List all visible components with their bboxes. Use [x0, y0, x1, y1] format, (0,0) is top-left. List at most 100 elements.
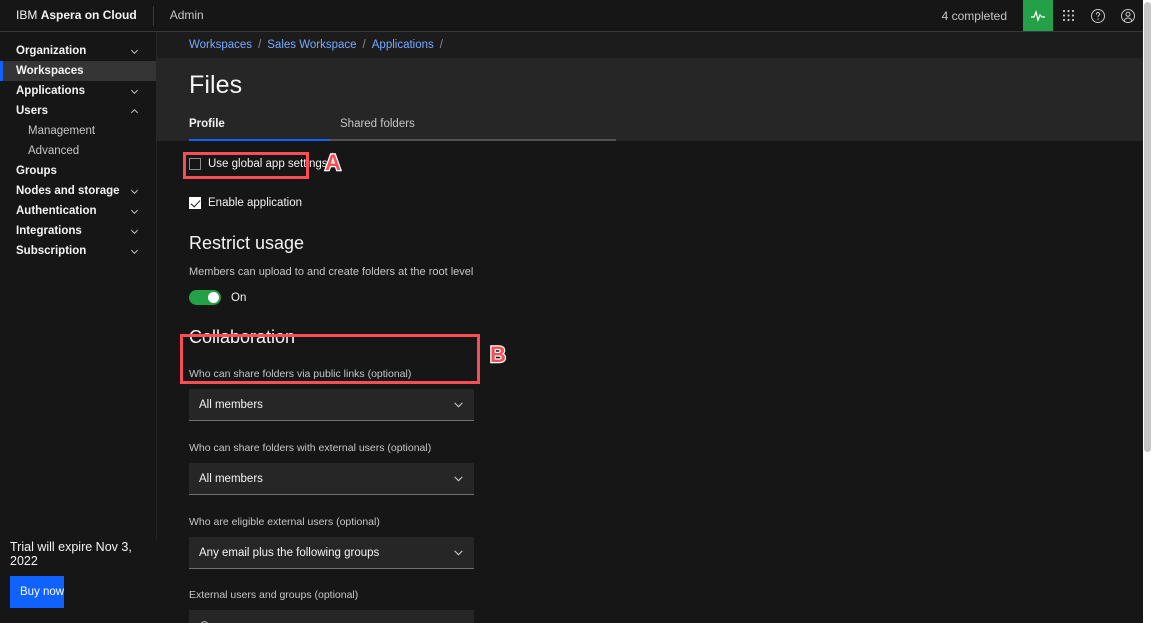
field-label: Who can share folders with external user…: [189, 442, 432, 454]
breadcrumb-item-workspaces[interactable]: Workspaces: [189, 39, 252, 51]
account-button[interactable]: [1113, 0, 1143, 31]
tab-list: Profile Shared folders: [189, 117, 466, 141]
chevron-down-icon: [129, 206, 140, 217]
sidebar-subitem-label: Advanced: [28, 145, 80, 157]
restrict-usage-toggle[interactable]: [189, 290, 221, 305]
sidebar-item-authentication[interactable]: Authentication: [0, 201, 156, 221]
breadcrumb-item-applications[interactable]: Applications: [372, 39, 434, 51]
product-brand[interactable]: IBM Aspera on Cloud: [0, 0, 153, 31]
external-users-groups-field: External users and groups (optional): [189, 589, 1143, 623]
buy-now-button[interactable]: Buy now: [10, 576, 65, 608]
activity-icon: [1030, 8, 1046, 24]
sidebar-item-label: Nodes and storage: [16, 185, 120, 197]
sidebar-item-label: Groups: [16, 165, 57, 177]
main-content: Use global app settings Enable applicati…: [157, 141, 1143, 623]
sidebar-item-organization[interactable]: Organization: [0, 41, 156, 61]
admin-nav-link[interactable]: Admin: [154, 0, 220, 31]
collaboration-heading: Collaboration: [189, 327, 296, 347]
breadcrumb-item-sales-workspace[interactable]: Sales Workspace: [267, 39, 356, 51]
app-switcher-icon: [1061, 8, 1076, 23]
sidebar-item-label: Subscription: [16, 245, 87, 257]
toggle-state-label: On: [231, 291, 247, 304]
external-users-sharing-dropdown[interactable]: All members: [189, 463, 474, 495]
checkbox-label: Use global app settings: [208, 158, 328, 170]
breadcrumb-separator: /: [258, 39, 262, 51]
sidebar-item-groups[interactable]: Groups: [0, 161, 156, 181]
global-header: IBM Aspera on Cloud Admin 4 completed: [0, 0, 1143, 32]
toggle-knob: [208, 292, 219, 303]
external-users-search-box[interactable]: [189, 610, 474, 623]
brand-name: Aspera on Cloud: [40, 8, 137, 22]
dropdown-value: All members: [199, 472, 263, 485]
sidebar-item-label: Users: [16, 105, 48, 117]
help-button[interactable]: [1083, 0, 1113, 31]
brand-prefix: IBM: [16, 8, 38, 22]
breadcrumb: Workspaces / Sales Workspace / Applicati…: [157, 32, 1143, 58]
sidebar-item-integrations[interactable]: Integrations: [0, 221, 156, 241]
sidebar-item-label: Organization: [16, 45, 87, 57]
restrict-usage-toggle-row: On: [189, 290, 1143, 305]
eligible-external-users-dropdown[interactable]: Any email plus the following groups: [189, 537, 474, 569]
checkbox-box: [189, 197, 201, 209]
enable-application-checkbox[interactable]: Enable application: [189, 194, 1143, 212]
checkbox-label: Enable application: [208, 197, 302, 209]
chevron-down-icon: [129, 246, 140, 257]
sidebar-item-advanced[interactable]: Advanced: [0, 141, 156, 161]
dropdown-value: Any email plus the following groups: [199, 546, 380, 559]
sidebar-item-users[interactable]: Users: [0, 101, 156, 121]
sidebar-item-nodes-and-storage[interactable]: Nodes and storage: [0, 181, 156, 201]
chevron-down-icon: [129, 46, 140, 57]
sidebar-item-subscription[interactable]: Subscription: [0, 241, 156, 261]
help-icon: [1090, 8, 1106, 24]
field-label: Who can share folders via public links (…: [189, 368, 412, 380]
completed-status-text: 4 completed: [941, 8, 1007, 23]
use-global-app-settings-checkbox[interactable]: Use global app settings: [189, 155, 1143, 173]
app-switcher-button[interactable]: [1053, 0, 1083, 31]
tab-label: Profile: [189, 118, 225, 130]
tab-profile[interactable]: Profile: [189, 117, 330, 141]
field-label: Who are eligible external users (optiona…: [189, 516, 380, 528]
sidebar-item-label: Integrations: [16, 225, 82, 237]
public-links-sharing-field: Who can share folders via public links (…: [189, 368, 1143, 421]
chevron-up-icon: [129, 106, 140, 117]
restrict-usage-description: Members can upload to and create folders…: [189, 266, 474, 278]
checkbox-box: [189, 158, 201, 170]
sidebar-item-applications[interactable]: Applications: [0, 81, 156, 101]
sidebar-item-workspaces[interactable]: Workspaces: [0, 61, 156, 81]
page-header-panel: Files Profile Shared folders: [157, 58, 1143, 141]
trial-expiry-text: Trial will expire Nov 3, 2022: [10, 540, 132, 568]
chevron-down-icon: [452, 547, 464, 559]
sidebar-item-management[interactable]: Management: [0, 121, 156, 141]
restrict-usage-heading: Restrict usage: [189, 233, 305, 253]
tab-label: Shared folders: [340, 118, 415, 130]
sidebar-top-gap: [0, 32, 156, 41]
chevron-down-icon: [129, 226, 140, 237]
scrollbar-thumb[interactable]: [1144, 2, 1151, 452]
public-links-sharing-dropdown[interactable]: All members: [189, 389, 474, 421]
sidebar-item-label: Applications: [16, 85, 86, 97]
activity-button[interactable]: [1023, 0, 1053, 31]
breadcrumb-separator: /: [439, 39, 443, 51]
tab-shared-folders[interactable]: Shared folders: [330, 117, 466, 141]
chevron-down-icon: [129, 86, 140, 97]
page-title: Files: [189, 71, 243, 99]
chevron-down-icon: [452, 399, 464, 411]
user-avatar-icon: [1120, 8, 1136, 24]
application-window: IBM Aspera on Cloud Admin 4 completed Or…: [0, 0, 1152, 623]
page-scrollbar[interactable]: [1143, 0, 1152, 623]
primary-sidebar: Organization Workspaces Applications Use…: [0, 32, 157, 623]
dropdown-value: All members: [199, 398, 263, 411]
eligible-external-users-field: Who are eligible external users (optiona…: [189, 516, 1143, 569]
